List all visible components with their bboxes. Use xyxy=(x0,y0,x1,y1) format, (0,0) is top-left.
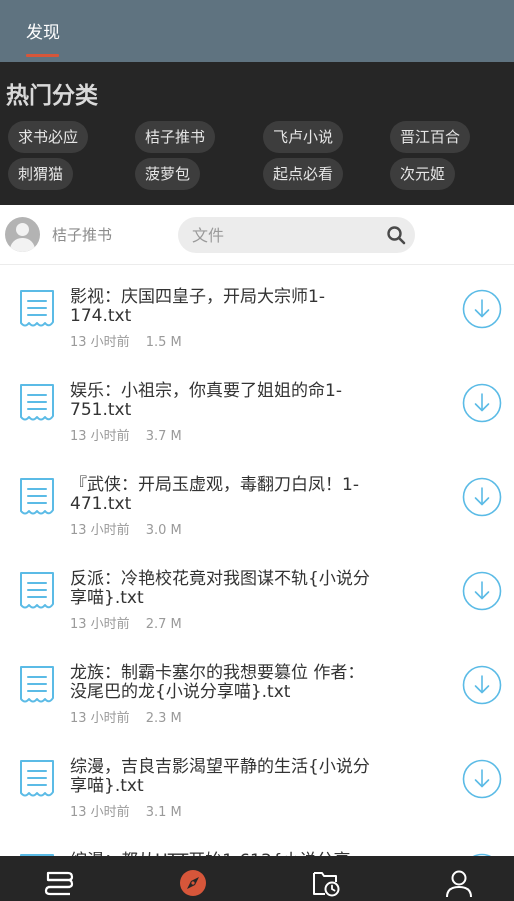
file-time: 13 小时前 xyxy=(70,711,130,726)
document-icon xyxy=(20,666,54,703)
app-screen: 发现 热门分类 求书必应 桔子推书 飞卢小说 晋江百合 刺猬猫 菠萝包 起点必看… xyxy=(0,0,514,901)
download-icon[interactable] xyxy=(462,383,502,423)
file-name: 『武侠：开局玉虚观，毒翻刀白凤！1-471.txt xyxy=(70,475,359,514)
category-chip[interactable]: 起点必看 xyxy=(263,158,344,190)
list-item[interactable]: 『武侠：开局玉虚观，毒翻刀白凤！1-471.txt 13 小时前 3.0 M xyxy=(0,454,514,548)
search-row: 桔子推书 xyxy=(0,205,514,265)
profile-icon[interactable] xyxy=(444,868,474,898)
download-icon[interactable] xyxy=(462,289,502,329)
file-time: 13 小时前 xyxy=(70,335,130,350)
source-selector[interactable]: 桔子推书 xyxy=(52,224,112,245)
file-size: 3.0 M xyxy=(145,523,182,538)
file-list: 影视：庆国四皇子，开局大宗师1-174.txt 13 小时前 1.5 M 娱乐：小… xyxy=(0,266,514,856)
file-meta: 13 小时前 3.7 M xyxy=(70,425,182,444)
file-name: 影视：庆国四皇子，开局大宗师1-174.txt xyxy=(70,287,325,326)
file-meta: 13 小时前 3.1 M xyxy=(70,801,182,820)
bookshelf-icon[interactable] xyxy=(44,868,74,898)
file-name: 反派：冷艳校花竟对我图谋不轨{小说分享喵}.txt xyxy=(70,569,370,608)
list-item[interactable]: 反派：冷艳校花竟对我图谋不轨{小说分享喵}.txt 13 小时前 2.7 M xyxy=(0,548,514,642)
list-item[interactable]: 龙族：制霸卡塞尔的我想要篡位 作者：没尾巴的龙{小说分享喵}.txt 13 小时… xyxy=(0,642,514,736)
file-size: 2.7 M xyxy=(145,617,182,632)
file-size: 3.7 M xyxy=(145,429,182,444)
file-size: 2.3 M xyxy=(145,711,182,726)
file-meta: 13 小时前 2.7 M xyxy=(70,613,182,632)
tab-discover[interactable]: 发现 xyxy=(26,18,60,43)
list-item[interactable]: 影视：庆国四皇子，开局大宗师1-174.txt 13 小时前 1.5 M xyxy=(0,266,514,360)
document-icon xyxy=(20,290,54,327)
category-chip[interactable]: 次元姬 xyxy=(390,158,456,190)
category-chip[interactable]: 飞卢小说 xyxy=(263,121,344,153)
document-icon xyxy=(20,384,54,421)
file-time: 13 小时前 xyxy=(70,617,130,632)
search-icon[interactable] xyxy=(386,225,406,245)
avatar[interactable] xyxy=(5,217,40,252)
download-icon[interactable] xyxy=(462,665,502,705)
file-size: 1.5 M xyxy=(145,335,182,350)
list-item[interactable]: 娱乐：小祖宗，你真要了姐姐的命1-751.txt 13 小时前 3.7 M xyxy=(0,360,514,454)
category-chip[interactable]: 求书必应 xyxy=(8,121,89,153)
recent-icon[interactable] xyxy=(311,868,341,898)
discover-icon[interactable] xyxy=(178,868,208,898)
search-input[interactable] xyxy=(192,223,382,247)
file-meta: 13 小时前 2.3 M xyxy=(70,707,182,726)
file-meta: 13 小时前 3.0 M xyxy=(70,519,182,538)
search-box[interactable] xyxy=(178,217,415,253)
file-size: 3.1 M xyxy=(145,805,182,820)
file-time: 13 小时前 xyxy=(70,805,130,820)
download-icon[interactable] xyxy=(462,571,502,611)
file-name: 龙族：制霸卡塞尔的我想要篡位 作者：没尾巴的龙{小说分享喵}.txt xyxy=(70,663,365,702)
tab-indicator xyxy=(26,54,59,57)
list-item[interactable]: 综漫：都从HTT开始1-613{小说分享喵}.txt xyxy=(0,830,514,856)
file-time: 13 小时前 xyxy=(70,523,130,538)
hot-categories-panel: 热门分类 求书必应 桔子推书 飞卢小说 晋江百合 刺猬猫 菠萝包 起点必看 次元… xyxy=(0,62,514,205)
list-item[interactable]: 综漫，吉良吉影渴望平静的生活{小说分享喵}.txt 13 小时前 3.1 M xyxy=(0,736,514,830)
file-name: 娱乐：小祖宗，你真要了姐姐的命1-751.txt xyxy=(70,381,342,420)
category-chip[interactable]: 晋江百合 xyxy=(390,121,471,153)
download-icon[interactable] xyxy=(462,477,502,517)
category-chip[interactable]: 桔子推书 xyxy=(135,121,216,153)
document-icon xyxy=(20,760,54,797)
document-icon xyxy=(20,478,54,515)
document-icon xyxy=(20,572,54,609)
download-icon[interactable] xyxy=(462,759,502,799)
top-tab-bar: 发现 xyxy=(0,0,514,62)
category-chip[interactable]: 刺猬猫 xyxy=(8,158,74,190)
bottom-nav xyxy=(0,856,514,901)
category-chip[interactable]: 菠萝包 xyxy=(135,158,201,190)
avatar-body-shape xyxy=(10,238,35,252)
file-time: 13 小时前 xyxy=(70,429,130,444)
file-name: 综漫，吉良吉影渴望平静的生活{小说分享喵}.txt xyxy=(70,757,370,796)
hot-categories-title: 热门分类 xyxy=(6,83,98,109)
avatar-head-shape xyxy=(16,223,29,236)
file-meta: 13 小时前 1.5 M xyxy=(70,331,182,350)
